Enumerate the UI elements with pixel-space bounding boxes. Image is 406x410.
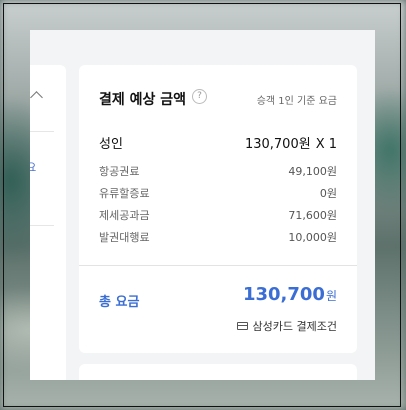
left-link[interactable]: 소요 — [30, 159, 36, 175]
card-condition-text: 삼성카드 결제조건 — [252, 320, 337, 333]
fee-value: 10,000원 — [288, 231, 337, 244]
help-icon[interactable]: ? — [192, 89, 207, 104]
fee-value: 49,100원 — [288, 165, 337, 178]
next-card — [79, 364, 357, 380]
fee-row: 유류할증료 0원 — [99, 185, 337, 201]
fee-row: 제세공과금 71,600원 — [99, 207, 337, 223]
fee-label: 유류할증료 — [99, 187, 150, 200]
chevron-up-icon[interactable] — [30, 91, 43, 104]
card-condition-link[interactable]: 삼성카드 결제조건 — [236, 318, 337, 334]
fee-row: 발권대행료 10,000원 — [99, 229, 337, 245]
card-header: 결제 예상 금액 ? 승객 1인 기준 요금 — [99, 87, 337, 111]
passenger-row: 성인 130,700원 X 1 — [99, 133, 337, 152]
left-options-card: 소요 › — [30, 65, 66, 380]
total-unit: 원 — [325, 289, 337, 303]
total-amount: 130,700 — [242, 284, 325, 305]
passenger-price-group: 130,700원 X 1 — [245, 133, 337, 152]
divider — [30, 131, 54, 132]
divider — [79, 265, 357, 266]
divider — [30, 225, 54, 226]
fee-label: 발권대행료 — [99, 231, 150, 244]
content-panel: 소요 › 결제 예상 금액 ? 승객 1인 기준 요금 성인 130,700원 X… — [30, 30, 375, 380]
fee-row: 항공권료 49,100원 — [99, 163, 337, 179]
total-label: 총 요금 — [99, 295, 140, 310]
total-amount-group: 130,700원 — [243, 284, 337, 305]
passenger-count: X 1 — [315, 137, 337, 152]
payment-summary-card: 결제 예상 금액 ? 승객 1인 기준 요금 성인 130,700원 X 1 항공… — [79, 65, 357, 353]
fee-label: 항공권료 — [99, 165, 140, 178]
page-title: 결제 예상 금액 — [99, 92, 187, 108]
fee-value: 0원 — [319, 187, 337, 200]
per-passenger-note: 승객 1인 기준 요금 — [256, 96, 337, 107]
fee-value: 71,600원 — [288, 209, 337, 222]
passenger-type: 성인 — [99, 137, 123, 152]
credit-card-icon — [236, 322, 248, 330]
passenger-price: 130,700원 — [244, 137, 311, 152]
fee-label: 제세공과금 — [99, 209, 150, 222]
